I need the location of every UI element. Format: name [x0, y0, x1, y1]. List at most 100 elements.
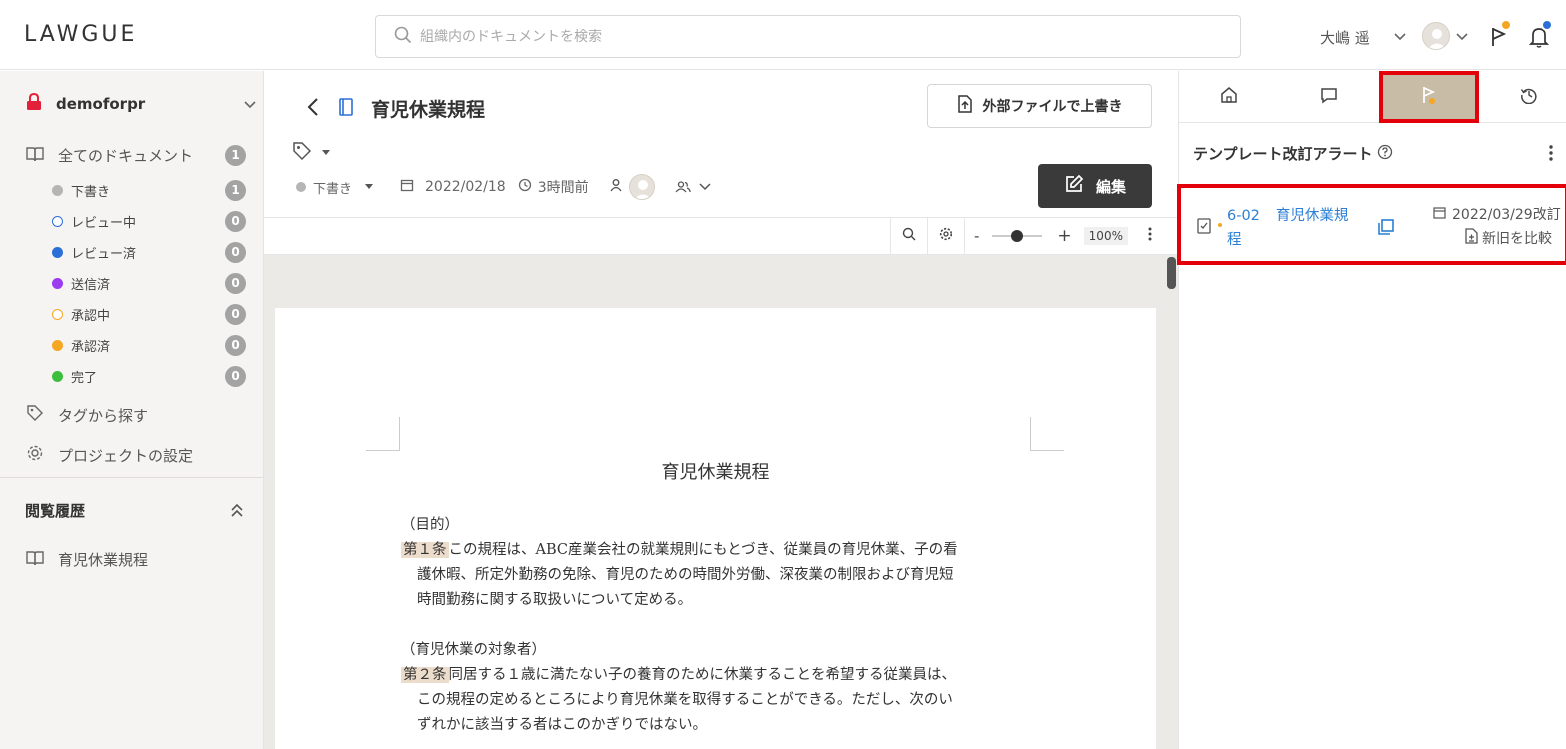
project-name: demoforpr — [56, 95, 146, 113]
count-badge: 0 — [225, 211, 246, 232]
avatar[interactable] — [1422, 22, 1450, 50]
panel-more-vertical-icon[interactable] — [1549, 145, 1553, 165]
tag-icon — [292, 141, 312, 165]
members-icon[interactable] — [675, 180, 711, 194]
overwrite-with-external-file-button[interactable]: 外部ファイルで上書き — [927, 84, 1152, 128]
scrollbar-thumb[interactable] — [1167, 257, 1176, 289]
status-dot — [52, 340, 63, 351]
flag-notification-dot — [1500, 19, 1512, 31]
panel-title: テンプレート改訂アラート — [1193, 143, 1393, 164]
sidebar-status-item[interactable]: 送信済 0 — [52, 273, 246, 294]
status-dot — [52, 278, 63, 289]
back-chevron-icon[interactable] — [306, 97, 320, 121]
document-canvas[interactable]: 育児休業規程 （目的） 第１条 この規程は、ABC産業会社の就業規則にもとづき、従業… — [264, 254, 1178, 749]
viewer-settings-gear-icon[interactable] — [939, 227, 953, 245]
panel-tabs — [1179, 71, 1566, 123]
tool-divider — [927, 218, 928, 254]
sidebar-item-tags[interactable]: タグから探す — [26, 404, 246, 426]
status-dot — [52, 309, 63, 320]
compare-old-new-button[interactable]: 新旧を比較 — [1465, 228, 1552, 248]
caret-down-icon — [364, 180, 374, 195]
more-vertical-icon[interactable] — [1148, 227, 1152, 245]
article-number[interactable]: 第１条 — [401, 542, 449, 558]
user-name[interactable]: 大嶋 遥 — [1320, 27, 1370, 48]
status-label: 送信済 — [71, 278, 111, 293]
tab-comments[interactable] — [1279, 71, 1379, 123]
comment-icon — [1320, 86, 1338, 108]
status-label: 承認済 — [71, 340, 111, 355]
status-dot — [52, 216, 63, 227]
project-selector[interactable]: demoforpr — [26, 92, 146, 115]
tab-home[interactable] — [1179, 71, 1279, 123]
sidebar-status-item[interactable]: レビュー済 0 — [52, 242, 246, 263]
top-bar: LAWGUE 大嶋 遥 — [0, 0, 1566, 70]
revision-date-text: 2022/03/29改訂 — [1452, 207, 1561, 223]
open-copy-icon[interactable] — [1377, 218, 1395, 240]
help-icon[interactable] — [1377, 144, 1393, 164]
owner-avatar[interactable] — [628, 174, 655, 200]
article-caption: （育児休業の対象者） — [401, 642, 546, 658]
page-corner-mark — [366, 417, 400, 451]
document-date: 2022/02/18 — [425, 179, 506, 195]
sidebar-divider — [0, 477, 263, 478]
bell-notification-dot — [1541, 19, 1553, 31]
zoom-slider[interactable] — [992, 229, 1043, 243]
compare-label: 新旧を比較 — [1482, 231, 1552, 247]
sidebar-status-item[interactable]: 下書き 1 — [52, 180, 246, 201]
zoom-slider-handle[interactable] — [1011, 230, 1024, 242]
article-line: 第１条 この規程は、ABC産業会社の就業規則にもとづき、従業員の育児休業、子の看 — [401, 538, 1031, 563]
status-label: レビュー中 — [71, 216, 137, 231]
template-alert-card[interactable]: 6-02 育児休業規 程 2022/03/29改訂 新旧を比較 — [1177, 184, 1566, 265]
revision-date: 2022/03/29改訂 — [1433, 204, 1561, 224]
article-number[interactable]: 第２条 — [401, 667, 449, 683]
tab-history[interactable] — [1479, 71, 1566, 123]
zoom-out-button[interactable]: - — [974, 227, 979, 245]
template-code: 6-02 — [1227, 208, 1260, 224]
calendar-icon — [1433, 206, 1446, 223]
tag-icon — [26, 404, 44, 426]
search-input[interactable] — [420, 28, 1200, 45]
template-link[interactable]: 6-02 育児休業規 程 — [1227, 204, 1363, 252]
sidebar-item-label: 全てのドキュメント — [58, 147, 194, 165]
tag-selector[interactable] — [292, 141, 331, 165]
article-caption: （目的） — [401, 517, 459, 533]
article-text: この規程は、ABC産業会社の就業規則にもとづき、従業員の育児休業、子の看 — [448, 542, 958, 558]
sidebar-status-item[interactable]: レビュー中 0 — [52, 211, 246, 232]
relative-time: 3時間前 — [537, 180, 589, 196]
status-dot — [52, 371, 63, 382]
article-line: 時間勤務に関する取扱いについて定める。 — [401, 588, 1031, 613]
zoom-in-button[interactable]: + — [1057, 226, 1071, 246]
count-badge: 0 — [225, 366, 246, 387]
app-logo[interactable]: LAWGUE — [24, 22, 137, 47]
clock-icon — [518, 178, 532, 196]
avatar-chevron-down-icon[interactable] — [1455, 30, 1469, 46]
template-name-line2: 程 — [1227, 232, 1242, 248]
sidebar-item-label: タグから探す — [58, 406, 149, 425]
document-page: 育児休業規程 （目的） 第１条 この規程は、ABC産業会社の就業規則にもとづき、従業… — [275, 308, 1156, 749]
viewer-search-icon[interactable] — [902, 227, 916, 245]
user-chevron-down-icon[interactable] — [1393, 30, 1407, 46]
sidebar-status-item[interactable]: 承認済 0 — [52, 335, 246, 356]
article-text: 護休暇、所定外勤務の免除、育児のための時間外労働、深夜業の制限および育児短 — [417, 567, 954, 583]
search-icon — [394, 26, 412, 48]
viewer-toolbar: - + 100% — [890, 218, 1178, 254]
checklist-icon — [1197, 218, 1211, 238]
lock-icon — [26, 92, 42, 115]
template-name-line1: 育児休業規 — [1275, 208, 1349, 224]
count-badge: 0 — [225, 273, 246, 294]
sidebar-status-item[interactable]: 承認中 0 — [52, 304, 246, 325]
project-chevron-down-icon[interactable] — [243, 98, 257, 114]
status-dot — [52, 185, 63, 196]
tab-template-alerts[interactable] — [1379, 71, 1479, 123]
sidebar-status-item[interactable]: 完了 0 — [52, 366, 246, 387]
sidebar-item-project-settings[interactable]: プロジェクトの設定 — [26, 444, 246, 466]
sidebar-item-all-documents[interactable]: 全てのドキュメント 1 — [26, 145, 246, 166]
count-badge: 0 — [225, 304, 246, 325]
status-dot — [296, 182, 306, 192]
chevrons-up-icon[interactable] — [229, 501, 245, 523]
search-box[interactable] — [375, 15, 1241, 58]
status-selector[interactable]: 下書き — [313, 178, 374, 197]
edit-button[interactable]: 編集 — [1038, 164, 1152, 208]
history-item[interactable]: 育児休業規程 — [26, 549, 148, 570]
page-heading: 育児休業規程 — [661, 462, 770, 483]
